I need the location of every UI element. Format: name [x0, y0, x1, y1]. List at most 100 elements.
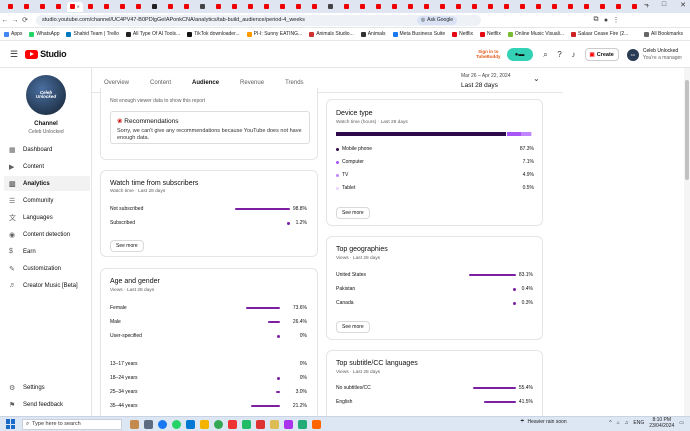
browser-tab[interactable]: [626, 2, 642, 12]
tubebuddy-signin[interactable]: Sign in to TubeBuddy: [476, 49, 500, 60]
bookmark-item[interactable]: WhatsApp: [29, 31, 59, 37]
clock[interactable]: 8:10 PM 23/04/2024: [649, 417, 674, 429]
edge-icon[interactable]: [186, 419, 195, 429]
menu-icon[interactable]: ⋮: [611, 16, 621, 24]
help-icon[interactable]: ?: [553, 50, 567, 59]
weather-widget[interactable]: ☂ Heavier rain soon: [520, 419, 567, 425]
sidebar-item-content[interactable]: ▶ Content: [4, 159, 90, 174]
reload-icon[interactable]: ⟳: [20, 16, 30, 24]
browser-tab[interactable]: [419, 2, 435, 12]
bookmark-item[interactable]: Online Music Visuali...: [507, 31, 564, 37]
bookmark-item[interactable]: Meta Business Suite: [392, 31, 445, 37]
scrollbar-thumb[interactable]: [685, 80, 689, 180]
tubebuddy-button[interactable]: ●▬: [506, 48, 533, 61]
browser-tab[interactable]: [19, 2, 35, 12]
bookmark-item[interactable]: Netflix: [480, 31, 501, 37]
taskbar-app8-icon[interactable]: [312, 419, 321, 429]
search-icon[interactable]: ⌕: [539, 50, 553, 60]
notification-center-icon[interactable]: ▭: [679, 420, 684, 426]
taskbar-app6-icon[interactable]: [284, 419, 293, 429]
browser-tab[interactable]: [562, 2, 578, 12]
browser-tab[interactable]: [483, 2, 499, 12]
sidebar-item-customization[interactable]: ✎ Customization: [4, 261, 90, 276]
browser-tab[interactable]: [546, 2, 562, 12]
browser-tab[interactable]: [243, 2, 259, 12]
browser-tab[interactable]: [163, 2, 179, 12]
browser-tab-active[interactable]: ✕: [66, 1, 83, 12]
browser-tab[interactable]: [51, 2, 67, 12]
hamburger-menu-icon[interactable]: ☰: [10, 49, 18, 60]
sidebar-item-community[interactable]: ☰ Community: [4, 193, 90, 208]
browser-tab[interactable]: [227, 2, 243, 12]
bookmark-item[interactable]: Animals Studio...: [309, 31, 354, 37]
close-window-icon[interactable]: ✕: [680, 1, 686, 9]
address-bar[interactable]: studio.youtube.com/channel/UC4PV47-B0PDl…: [36, 14, 481, 26]
browser-tab[interactable]: [131, 2, 147, 12]
browser-tab[interactable]: [435, 2, 451, 12]
profile-icon[interactable]: ●: [601, 17, 611, 24]
browser-tab[interactable]: [259, 2, 275, 12]
browser-tab[interactable]: [339, 2, 355, 12]
ask-google-button[interactable]: ◎ Ask Google: [416, 15, 457, 25]
sidebar-item-feedback[interactable]: ⚑ Send feedback: [4, 397, 90, 412]
tray-chevron-icon[interactable]: ^: [609, 420, 611, 426]
browser-tab[interactable]: [371, 2, 387, 12]
browser-tab[interactable]: [83, 2, 99, 12]
sidebar-item-content-detection[interactable]: ◉ Content detection: [4, 227, 90, 242]
browser-tab[interactable]: [515, 2, 531, 12]
whatsapp-icon[interactable]: [172, 419, 181, 429]
see-more-geographies-button[interactable]: See more: [336, 321, 370, 333]
date-range-picker[interactable]: Mar 26 – Apr 22, 2024 Last 28 days: [461, 73, 510, 90]
volume-icon[interactable]: ♫: [625, 420, 629, 426]
bookmark-item[interactable]: Apps: [4, 31, 22, 37]
channel-avatar[interactable]: Celeb Unlocked: [26, 75, 66, 115]
create-button[interactable]: ▣ Create: [584, 48, 619, 61]
minimize-icon[interactable]: –: [644, 1, 648, 9]
facebook-icon[interactable]: [158, 419, 167, 429]
browser-tab[interactable]: [307, 2, 323, 12]
browser-tab[interactable]: [499, 2, 515, 12]
windows-start-icon[interactable]: [6, 419, 16, 429]
taskbar-search[interactable]: ⌕ Type here to search: [22, 418, 122, 430]
browser-tab[interactable]: [387, 2, 403, 12]
bookmark-item[interactable]: Shahid Team | Trello: [66, 31, 119, 37]
chrome-icon[interactable]: [214, 419, 223, 429]
sidebar-item-languages[interactable]: 文 Languages: [4, 210, 90, 225]
browser-tab[interactable]: [594, 2, 610, 12]
bookmark-item[interactable]: TikTok downloader...: [187, 31, 240, 37]
browser-tab[interactable]: [323, 2, 339, 12]
taskbar-app-icon[interactable]: [130, 419, 139, 429]
see-more-device-button[interactable]: See more: [336, 207, 370, 219]
browser-tab[interactable]: [578, 2, 594, 12]
browser-tab[interactable]: [99, 2, 115, 12]
back-icon[interactable]: ←: [0, 17, 10, 24]
sidebar-item-dashboard[interactable]: ▦ Dashboard: [4, 142, 90, 157]
taskbar-app4-icon[interactable]: [256, 419, 265, 429]
extensions-icon[interactable]: ⧉: [591, 16, 601, 24]
language-indicator[interactable]: ENG: [633, 420, 644, 426]
browser-tab[interactable]: [451, 2, 467, 12]
forward-icon[interactable]: →: [10, 17, 20, 24]
taskbar-app7-icon[interactable]: [298, 419, 307, 429]
browser-tab[interactable]: [211, 2, 227, 12]
account-switcher[interactable]: CU Celeb Unlocked You're a manager: [626, 48, 682, 62]
sidebar-item-analytics[interactable]: ▥ Analytics: [4, 176, 90, 191]
notifications-icon[interactable]: ♪: [567, 50, 581, 59]
browser-tab[interactable]: [115, 2, 131, 12]
browser-tab[interactable]: [275, 2, 291, 12]
bookmark-item[interactable]: Netflix: [452, 31, 473, 37]
see-more-subscribers-button[interactable]: See more: [110, 240, 144, 252]
browser-tab[interactable]: [179, 2, 195, 12]
file-explorer-icon[interactable]: [200, 419, 209, 429]
browser-tab[interactable]: [530, 2, 546, 12]
browser-tab[interactable]: [403, 2, 419, 12]
sidebar-item-creator-music-beta[interactable]: ♬ Creator Music [Beta]: [4, 278, 90, 293]
browser-tab[interactable]: [35, 2, 51, 12]
close-tab-icon[interactable]: ✕: [77, 4, 80, 9]
bookmark-item[interactable]: All Type Of AI Tools...: [125, 31, 180, 37]
taskbar-app3-icon[interactable]: [242, 419, 251, 429]
bookmark-item[interactable]: Salaar Cease Fire (2...: [571, 31, 628, 37]
sidebar-item-earn[interactable]: $ Earn: [4, 244, 90, 259]
studio-logo[interactable]: Studio: [25, 49, 67, 59]
bookmark-item[interactable]: PI-I: Sunny EATING...: [246, 31, 302, 37]
